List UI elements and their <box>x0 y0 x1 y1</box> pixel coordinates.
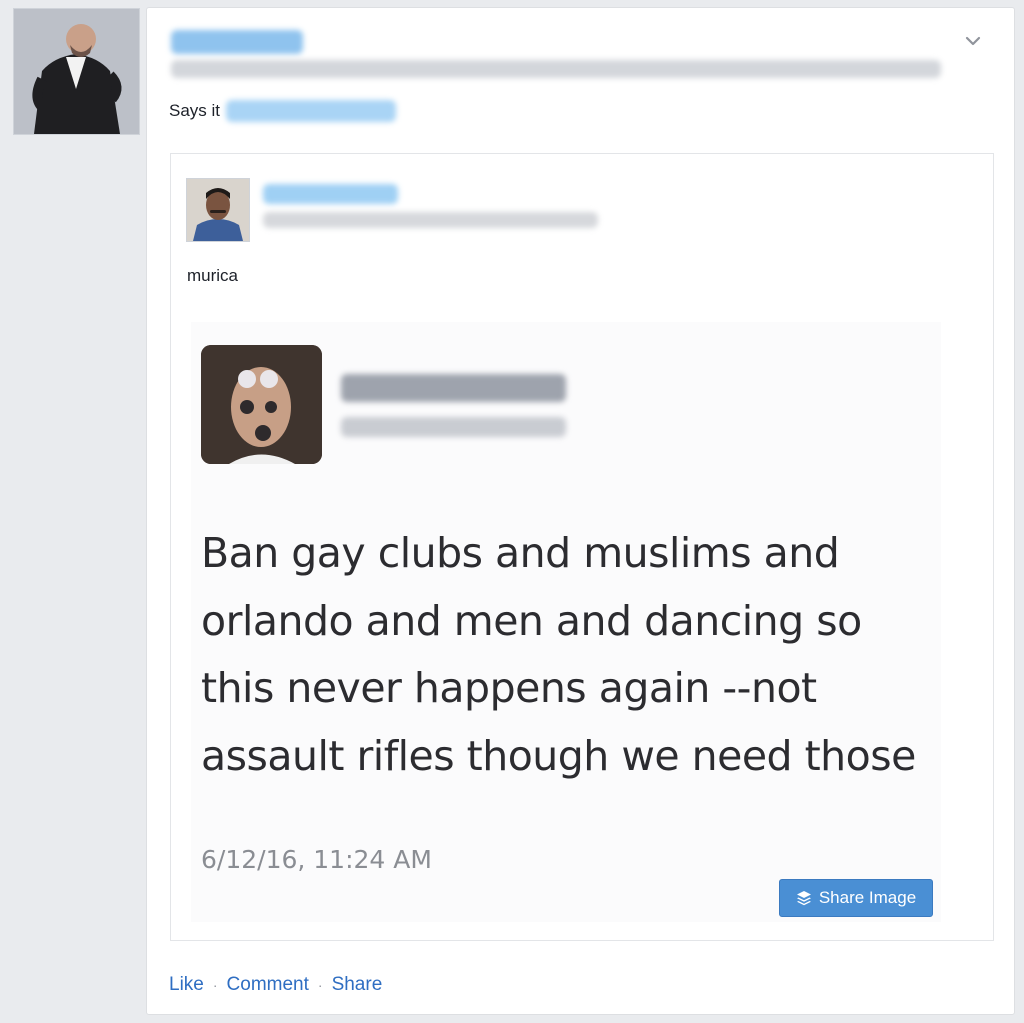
separator-dot: · <box>212 977 218 993</box>
person-photo <box>187 179 249 241</box>
like-link[interactable]: Like <box>169 974 204 996</box>
share-image-button[interactable]: Share Image <box>779 879 933 917</box>
says-prefix: Says it <box>169 101 221 120</box>
attribution-line: Says it <box>169 100 397 122</box>
poster-name-redacted[interactable] <box>171 30 303 54</box>
tweet-author-avatar <box>201 345 322 464</box>
separator-dot: · <box>317 977 323 993</box>
share-image-label: Share Image <box>818 888 917 907</box>
shared-author-avatar[interactable] <box>186 178 250 242</box>
face-photo <box>201 345 322 464</box>
tweet-author-name-redacted <box>341 374 566 402</box>
shared-author-meta-redacted <box>263 212 598 228</box>
tweet-image: Ban gay clubs and muslims and orlando an… <box>191 322 941 922</box>
feed-post-card: Says it murica Ban gay clubs and muslims… <box>146 7 1015 1015</box>
tweet-author-handle-redacted <box>341 417 566 437</box>
comment-link[interactable]: Comment <box>227 974 309 996</box>
shared-author-name-redacted[interactable] <box>263 184 398 204</box>
shared-caption: murica <box>187 266 239 285</box>
post-actions: Like · Comment · Share <box>169 974 382 996</box>
tweet-text: Ban gay clubs and muslims and orlando an… <box>201 529 916 780</box>
poster-avatar[interactable] <box>13 8 140 135</box>
tweet-timestamp: 6/12/16, 11:24 AM <box>201 845 432 874</box>
poster-credentials-redacted <box>171 60 941 78</box>
shared-post: murica Ban gay clubs and muslims and orl… <box>170 153 994 941</box>
person-photo <box>14 9 139 134</box>
share-link[interactable]: Share <box>332 974 383 996</box>
chevron-down-icon[interactable] <box>962 30 984 52</box>
layers-icon <box>796 891 811 906</box>
source-link-redacted[interactable] <box>226 100 397 122</box>
